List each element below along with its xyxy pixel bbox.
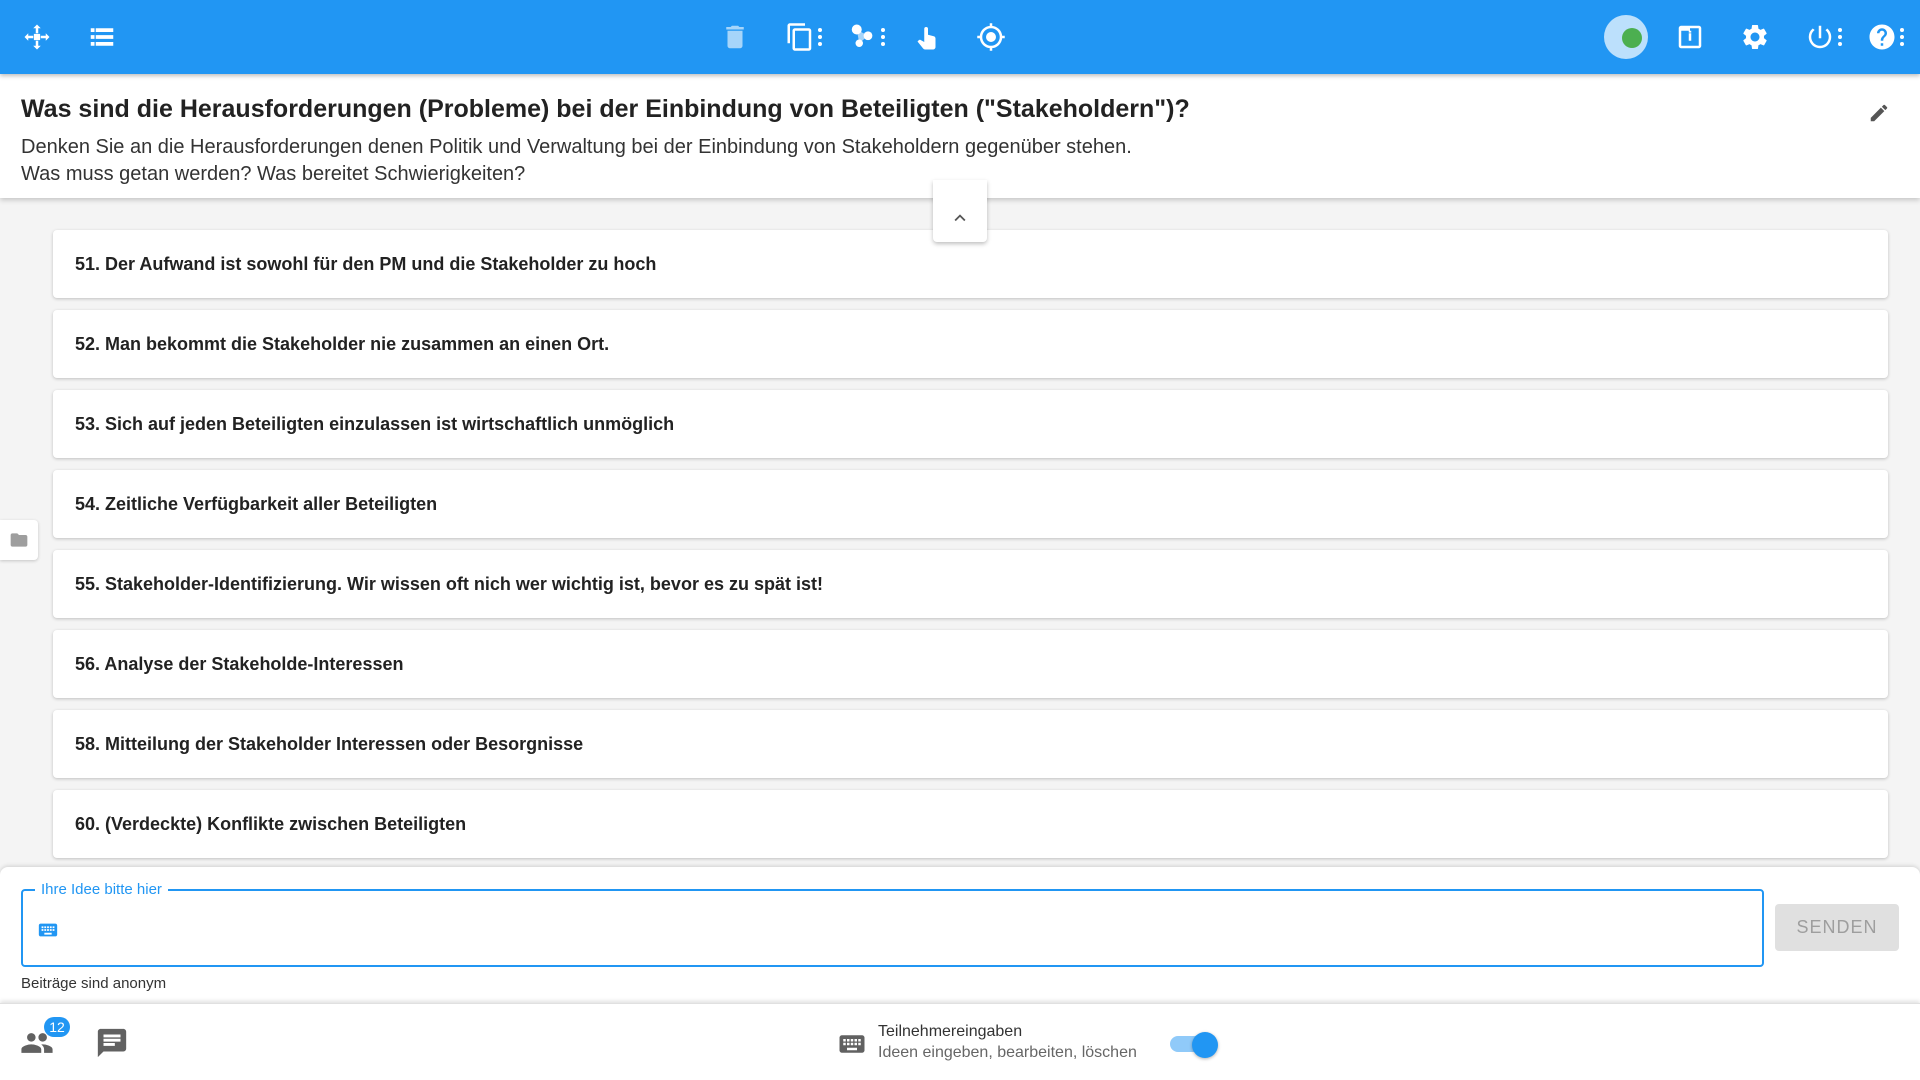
anonymous-hint: Beiträge sind anonym: [21, 975, 167, 992]
send-button[interactable]: SENDEN: [1775, 904, 1899, 951]
group-cluster-icon[interactable]: [843, 17, 885, 57]
idea-card[interactable]: 52. Man bekommt die Stakeholder nie zusa…: [53, 310, 1888, 378]
question-description-line: Was muss getan werden? Was bereitet Schw…: [21, 163, 526, 185]
idea-card[interactable]: 56. Analyse der Stakeholde-Interessen: [53, 630, 1888, 698]
idea-card[interactable]: 53. Sich auf jeden Beteiligten einzulass…: [53, 390, 1888, 458]
touch-hand-icon[interactable]: [908, 17, 948, 57]
move-arrows-icon[interactable]: [17, 17, 57, 57]
settings-gear-icon[interactable]: [1735, 17, 1775, 57]
participants-count-badge: 12: [44, 1017, 70, 1037]
question-description-line: Denken Sie an die Herausforderungen dene…: [21, 136, 1132, 158]
copy-icon[interactable]: [780, 17, 822, 57]
participant-input-mode-subtitle: Ideen eingeben, bearbeiten, löschen: [878, 1044, 1137, 1061]
idea-card[interactable]: 54. Zeitliche Verfügbarkeit aller Beteil…: [53, 470, 1888, 538]
toolbar: [0, 0, 1920, 74]
chat-message-icon[interactable]: [95, 1026, 129, 1060]
bottom-bar: 12 Teilnehmereingaben Ideen eingeben, be…: [0, 1003, 1920, 1080]
idea-card[interactable]: 55. Stakeholder-Identifizierung. Wir wis…: [53, 550, 1888, 618]
connection-status-indicator[interactable]: [1604, 15, 1648, 59]
idea-card[interactable]: 58. Mitteilung der Stakeholder Interesse…: [53, 710, 1888, 778]
keyboard-icon: [37, 919, 59, 941]
power-icon[interactable]: [1800, 17, 1842, 57]
list-view-icon[interactable]: [82, 17, 122, 57]
chevron-up-icon: [954, 214, 966, 222]
idea-text-input[interactable]: [71, 905, 1751, 949]
delete-icon[interactable]: [715, 17, 755, 57]
toggle-thumb: [1192, 1032, 1218, 1058]
folder-side-tab[interactable]: [0, 520, 38, 560]
export-icon[interactable]: [1670, 17, 1710, 57]
help-icon[interactable]: [1862, 17, 1904, 57]
idea-input-panel: Ihre Idee bitte hier SENDEN Beiträge sin…: [0, 867, 1920, 1003]
idea-input-field[interactable]: Ihre Idee bitte hier: [21, 881, 1764, 967]
question-title: Was sind die Herausforderungen (Probleme…: [21, 95, 1190, 123]
question-description: Denken Sie an die Herausforderungen dene…: [21, 134, 1321, 188]
folder-icon: [10, 533, 28, 547]
online-dot: [1622, 28, 1642, 48]
target-focus-icon[interactable]: [971, 17, 1011, 57]
idea-card[interactable]: 60. (Verdeckte) Konflikte zwischen Betei…: [53, 790, 1888, 858]
edit-pencil-icon[interactable]: [1864, 98, 1894, 128]
collapse-header-button[interactable]: [933, 180, 987, 242]
keyboard-icon: [837, 1029, 867, 1059]
participant-input-mode-title: Teilnehmereingaben: [878, 1023, 1023, 1040]
idea-input-label: Ihre Idee bitte hier: [35, 881, 168, 898]
participant-input-toggle[interactable]: [1168, 1032, 1218, 1058]
